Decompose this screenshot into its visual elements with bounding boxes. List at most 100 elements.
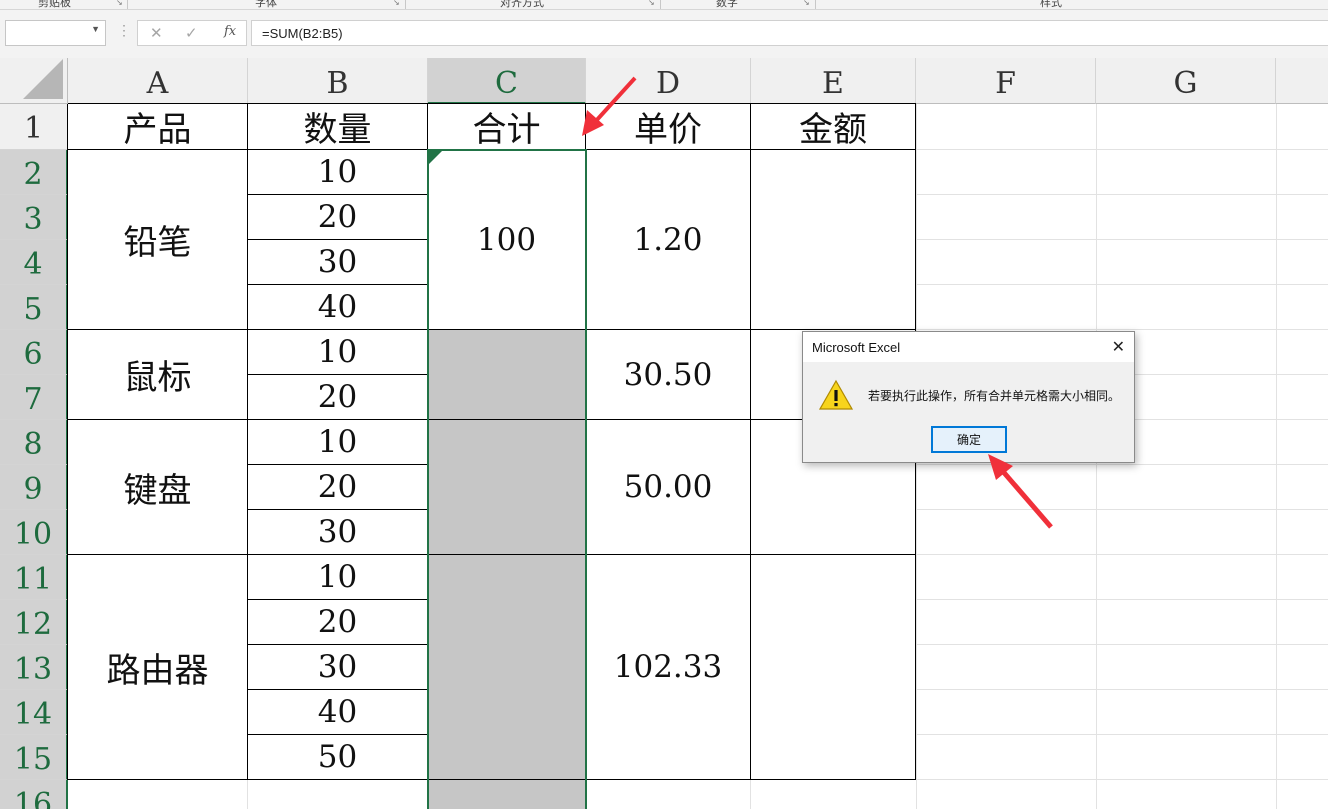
row-header-15[interactable]: 15 <box>0 735 68 780</box>
ribbon-separator <box>127 0 128 9</box>
column-header-e[interactable]: E <box>751 58 916 104</box>
row-header-10[interactable]: 10 <box>0 510 68 555</box>
row-header-16[interactable]: 16 <box>0 780 68 809</box>
row-header-11[interactable]: 11 <box>0 555 68 600</box>
gridline-horizontal <box>916 734 1328 735</box>
gridline-horizontal <box>916 149 1328 150</box>
cell-b10[interactable]: 30 <box>248 510 428 555</box>
cell-e1[interactable]: 金额 <box>751 104 916 150</box>
close-icon[interactable]: ✕ <box>1112 337 1125 357</box>
row-header-2[interactable]: 2 <box>0 150 68 195</box>
cell-c1[interactable]: 合计 <box>428 104 586 150</box>
ribbon-group-styles: 样式 <box>1040 0 1062 9</box>
cell-b4[interactable]: 30 <box>248 240 428 285</box>
column-header-a[interactable]: A <box>68 58 248 104</box>
row-header-13[interactable]: 13 <box>0 645 68 690</box>
cell-c11-merged[interactable] <box>428 555 586 780</box>
cell-b5[interactable]: 40 <box>248 285 428 330</box>
ribbon-group-alignment: 对齐方式 <box>500 0 544 9</box>
cell-a11-merged[interactable]: 路由器 <box>68 555 248 780</box>
cell-e11-merged[interactable] <box>751 555 916 780</box>
cell-c6-merged[interactable] <box>428 330 586 420</box>
more-icon[interactable]: ⋮ <box>117 22 131 39</box>
cell-d6-merged[interactable]: 30.50 <box>586 330 751 420</box>
insert-function-icon[interactable]: fx <box>224 24 236 39</box>
ribbon-group-clipboard: 剪贴板 <box>38 0 71 9</box>
row-header-8[interactable]: 8 <box>0 420 68 465</box>
column-header-c[interactable]: C <box>428 58 586 104</box>
cell-b11[interactable]: 10 <box>248 555 428 600</box>
warning-icon <box>819 379 853 410</box>
cell-b3[interactable]: 20 <box>248 195 428 240</box>
gridline-horizontal <box>916 554 1328 555</box>
chevron-down-icon[interactable]: ▼ <box>91 24 100 34</box>
dialog-launcher-icon[interactable]: ↘ <box>648 0 655 7</box>
dialog-launcher-icon[interactable]: ↘ <box>803 0 810 7</box>
row-header-1[interactable]: 1 <box>0 104 68 150</box>
ribbon-separator <box>815 0 816 9</box>
cell-c8-merged[interactable] <box>428 420 586 555</box>
column-header-g[interactable]: G <box>1096 58 1276 104</box>
cell-b7[interactable]: 20 <box>248 375 428 420</box>
ribbon-group-font: 字体 <box>255 0 277 9</box>
gridline-horizontal <box>916 509 1328 510</box>
column-header-b[interactable]: B <box>248 58 428 104</box>
error-indicator-icon <box>429 151 442 164</box>
row-header-7[interactable]: 7 <box>0 375 68 420</box>
cell-d1[interactable]: 单价 <box>586 104 751 150</box>
dialog-launcher-icon[interactable]: ↘ <box>393 0 400 7</box>
row-header-3[interactable]: 3 <box>0 195 68 240</box>
cell-b1[interactable]: 数量 <box>248 104 428 150</box>
row-header-4[interactable]: 4 <box>0 240 68 285</box>
gridline-horizontal <box>916 239 1328 240</box>
dialog-titlebar: Microsoft Excel ✕ <box>803 332 1134 362</box>
column-header-f[interactable]: F <box>916 58 1096 104</box>
gridline-horizontal <box>916 194 1328 195</box>
table-left-border <box>67 104 68 780</box>
gridline-horizontal <box>916 779 1328 780</box>
gridline-vertical <box>1276 104 1277 809</box>
row-header-6[interactable]: 6 <box>0 330 68 375</box>
cell-a2-merged[interactable]: 铅笔 <box>68 150 248 330</box>
dialog-message: 若要执行此操作，所有合并单元格需大小相同。 <box>868 389 1121 403</box>
cell-b9[interactable]: 20 <box>248 465 428 510</box>
cell-a6-merged[interactable]: 鼠标 <box>68 330 248 420</box>
enter-icon[interactable]: ✓ <box>185 24 198 42</box>
gridline-horizontal <box>916 464 1328 465</box>
cell-b6[interactable]: 10 <box>248 330 428 375</box>
row-header-12[interactable]: 12 <box>0 600 68 645</box>
row-header-9[interactable]: 9 <box>0 465 68 510</box>
dialog-title: Microsoft Excel <box>812 340 901 355</box>
cell-b13[interactable]: 30 <box>248 645 428 690</box>
cell-d2-merged[interactable]: 1.20 <box>586 150 751 330</box>
column-header-d[interactable]: D <box>586 58 751 104</box>
formula-input[interactable]: =SUM(B2:B5) <box>251 20 1328 46</box>
cell-a1[interactable]: 产品 <box>68 104 248 150</box>
cell-d8-merged[interactable]: 50.00 <box>586 420 751 555</box>
select-all-button[interactable] <box>0 58 68 104</box>
cell-e2-merged[interactable] <box>751 150 916 330</box>
ribbon-group-number: 数字 <box>716 0 738 9</box>
ribbon-separator <box>660 0 661 9</box>
cell-b8[interactable]: 10 <box>248 420 428 465</box>
cell-b2[interactable]: 10 <box>248 150 428 195</box>
cell-b15[interactable]: 50 <box>248 735 428 780</box>
dialog-launcher-icon[interactable]: ↘ <box>116 0 123 7</box>
column-header-next[interactable] <box>1276 58 1328 104</box>
ok-button[interactable]: 确定 <box>931 426 1007 453</box>
row-header-14[interactable]: 14 <box>0 690 68 735</box>
cell-a8-merged[interactable]: 键盘 <box>68 420 248 555</box>
row-header-5[interactable]: 5 <box>0 285 68 330</box>
cell-d11-merged[interactable]: 102.33 <box>586 555 751 780</box>
error-dialog: Microsoft Excel ✕ 若要执行此操作，所有合并单元格需大小相同。 … <box>802 331 1135 463</box>
gridline-vertical <box>247 780 248 809</box>
cell-b12[interactable]: 20 <box>248 600 428 645</box>
cell-c16[interactable] <box>428 780 586 809</box>
formula-bar: ▼ ⋮ ✕ ✓ fx =SUM(B2:B5) <box>0 10 1328 58</box>
cell-c2-merged[interactable]: 100 <box>428 150 586 330</box>
gridline-horizontal <box>916 599 1328 600</box>
formula-buttons: ✕ ✓ fx <box>137 20 247 46</box>
cancel-icon[interactable]: ✕ <box>150 24 163 42</box>
cell-b14[interactable]: 40 <box>248 690 428 735</box>
name-box[interactable]: ▼ <box>5 20 106 46</box>
